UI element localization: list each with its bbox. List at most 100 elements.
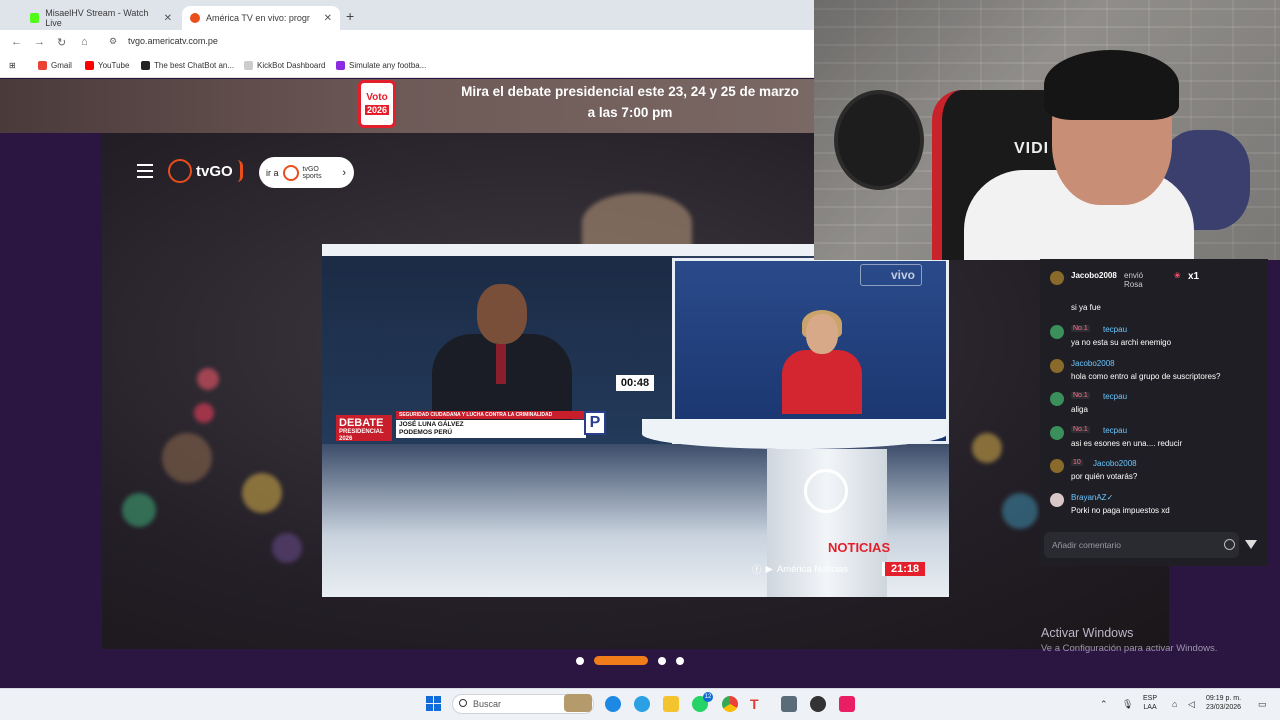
video-player[interactable]: vivo 00:48 DEBATE PRESIDENCIAL 2026 SEGU… [322,244,949,597]
calculator-icon[interactable] [781,696,797,712]
bokeh-light [162,433,212,483]
bokeh-light [972,433,1002,463]
search-icon [459,699,467,707]
tiktok-icon[interactable] [839,696,855,712]
bookmark-youtube[interactable]: YouTube [85,61,129,70]
candidate-figure [432,284,572,424]
youtube-icon: ▶ [765,563,773,575]
chat-username[interactable]: BrayanAZ✓ [1071,493,1113,502]
notification-icon[interactable]: ▭ [1258,699,1267,710]
tab-americatv[interactable]: América TV en vivo: progr ✕ [182,6,340,30]
edge-icon[interactable] [605,696,621,712]
obs-icon[interactable] [810,696,826,712]
tvgo-logo[interactable]: tvGO [168,159,243,183]
chat-username[interactable]: tecpau [1103,392,1127,401]
user-badge: No.1 [1071,325,1090,332]
ira-label: ir a [266,167,279,178]
start-button[interactable] [426,696,441,711]
bokeh-light [242,473,282,513]
logo-text: tvGO [196,162,233,180]
logo-arc [237,160,243,182]
close-tab-icon[interactable]: ✕ [164,13,172,24]
menu-icon[interactable] [137,164,153,178]
search-highlight-icon[interactable] [564,694,592,712]
apps-icon[interactable]: ⊞ [9,61,16,70]
volume-icon[interactable]: ◁ [1188,699,1195,710]
bookmark-kickbot[interactable]: KickBot Dashboard [244,61,325,70]
kickbot-icon [244,61,253,70]
emoji-icon[interactable] [1224,539,1235,550]
gift-user: Jacobo2008 [1071,271,1117,280]
anchor-desk [642,419,947,449]
chat-text: ya no esta su archi enemigo [1071,338,1172,347]
bokeh-light [194,403,214,423]
bokeh-light [272,533,302,563]
new-tab-button[interactable]: + [346,8,354,24]
comment-input[interactable]: Añadir comentario [1044,532,1239,558]
user-badge: No.1 [1071,425,1090,433]
ir-a-tvgo-sports-button[interactable]: ir a tvGO sports › [259,157,354,188]
carousel-dot[interactable] [576,656,584,665]
kick-icon [30,13,40,23]
browser-tab-bar: MisaelHV Stream - Watch Live ✕ América T… [0,0,814,30]
avatar [1050,492,1064,507]
close-tab-icon[interactable]: ✕ [324,13,332,24]
voto-2026-badge: Voto 2026 [358,80,396,128]
bokeh-light [122,493,156,527]
send-icon[interactable] [1245,540,1257,549]
chevron-up-icon[interactable]: ⌃ [1100,699,1108,710]
banner-text: Mira el debate presidencial este 23, 24 … [440,81,820,123]
tvgo-sports-logo: tvGO sports [302,165,322,180]
activate-windows-title: Activar Windows [1041,626,1134,640]
carousel-dot[interactable] [676,656,684,665]
language-indicator[interactable]: ESP LAA [1143,694,1157,712]
chat-username[interactable]: Jacobo2008 [1071,359,1115,368]
chat-text: Porki no paga impuestos xd [1071,505,1170,515]
chat-username[interactable]: Jacobo2008 [1093,459,1137,468]
chair-text: VIDI [1014,140,1050,157]
streamer-hair [1044,50,1179,120]
url-input[interactable]: tvgo.americatv.com.pe [128,36,218,46]
home-icon[interactable]: ⌂ [81,36,88,48]
avatar [1050,358,1064,373]
reload-icon[interactable]: ↻ [57,36,66,49]
typora-icon[interactable]: T [750,696,766,712]
bookmark-gmail[interactable]: Gmail [38,61,72,70]
badge-top: Voto [366,92,388,103]
noticias-logo: NOTICIAS [828,540,891,555]
candidate-name: JOSÉ LUNA GÁLVEZ [399,421,464,428]
microphone-icon[interactable]: 🎙 [1122,699,1133,710]
debate-timer: 00:48 [616,375,654,391]
globe-icon [282,164,299,181]
chat-username[interactable]: tecpau [1103,426,1127,435]
carousel-dot[interactable] [658,656,666,665]
back-icon[interactable]: ← [11,36,22,48]
chat-panel: Jacobo2008 envió Rosa ❀ x1 si ya fue No.1… [1040,259,1268,566]
telegram-icon[interactable] [634,696,650,712]
bookmarks-bar: ⊞ Gmail YouTube The best ChatBot an... K… [0,56,814,78]
gift-count: x1 [1188,271,1200,282]
page-scrollbar[interactable] [1270,260,1280,688]
youtube-icon [85,61,94,70]
simulate-icon [336,61,345,70]
globe-icon [804,469,848,513]
tab-stream[interactable]: MisaelHV Stream - Watch Live ✕ [22,6,180,30]
anchor-figure [782,310,862,414]
bookmark-chatbot[interactable]: The best ChatBot an... [141,61,234,70]
party-logo: P [584,411,606,435]
site-info-icon[interactable]: ⚙ [109,36,117,47]
globe-icon [168,159,192,183]
chat-text: por quién votarás? [1071,472,1138,481]
lower-third: DEBATE PRESIDENCIAL 2026 SEGURIDAD CIUDA… [336,407,596,442]
file-explorer-icon[interactable] [663,696,679,712]
carousel-dot[interactable] [594,656,648,665]
avatar [1050,392,1064,406]
network-icon[interactable]: ⌂ [1172,699,1177,709]
chat-username[interactable]: tecpau [1103,325,1127,334]
chrome-icon[interactable] [722,696,738,712]
system-clock[interactable]: 09:19 p. m. 23/03/2026 [1206,694,1241,712]
forward-icon[interactable]: → [34,36,45,48]
bookmark-simulate[interactable]: Simulate any footba... [336,61,426,70]
chat-text: asi es esones en una.... reducir [1071,438,1183,448]
live-watermark: vivo [860,264,922,286]
